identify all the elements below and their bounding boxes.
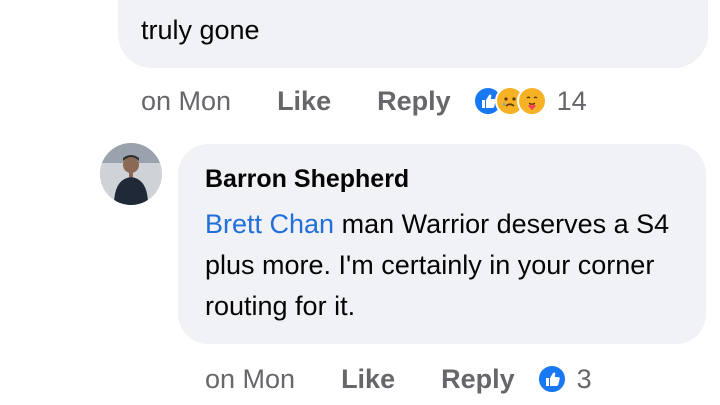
previous-comment-text: truly gone <box>141 15 260 45</box>
reply-button[interactable]: Reply <box>441 364 515 395</box>
reaction-icons <box>536 364 567 394</box>
avatar[interactable] <box>100 143 162 205</box>
comment-thread: truly gone on Mon Like Reply 14 Barron S… <box>0 0 720 405</box>
like-button[interactable]: Like <box>277 86 331 117</box>
reaction-icons <box>472 86 547 116</box>
reaction-count: 14 <box>556 85 587 116</box>
like-reaction-icon <box>536 364 567 394</box>
reactions-summary[interactable]: 14 <box>472 85 587 117</box>
comment-timestamp[interactable]: on Mon <box>141 86 231 117</box>
like-button[interactable]: Like <box>341 364 395 395</box>
profile-photo <box>100 143 162 205</box>
previous-comment-actions: on Mon Like Reply 14 <box>141 82 587 120</box>
reaction-count: 3 <box>576 363 592 394</box>
mention-link[interactable]: Brett Chan <box>205 209 334 239</box>
reactions-summary[interactable]: 3 <box>536 363 592 395</box>
comment-timestamp[interactable]: on Mon <box>205 364 295 395</box>
reply-button[interactable]: Reply <box>377 86 451 117</box>
comment-text: Brett Chan man Warrior deserves a S4 plu… <box>205 204 695 327</box>
reply-comment-actions: on Mon Like Reply 3 <box>205 360 592 398</box>
care-reaction-icon <box>516 86 547 116</box>
comment-author-name[interactable]: Barron Shepherd <box>205 165 409 194</box>
